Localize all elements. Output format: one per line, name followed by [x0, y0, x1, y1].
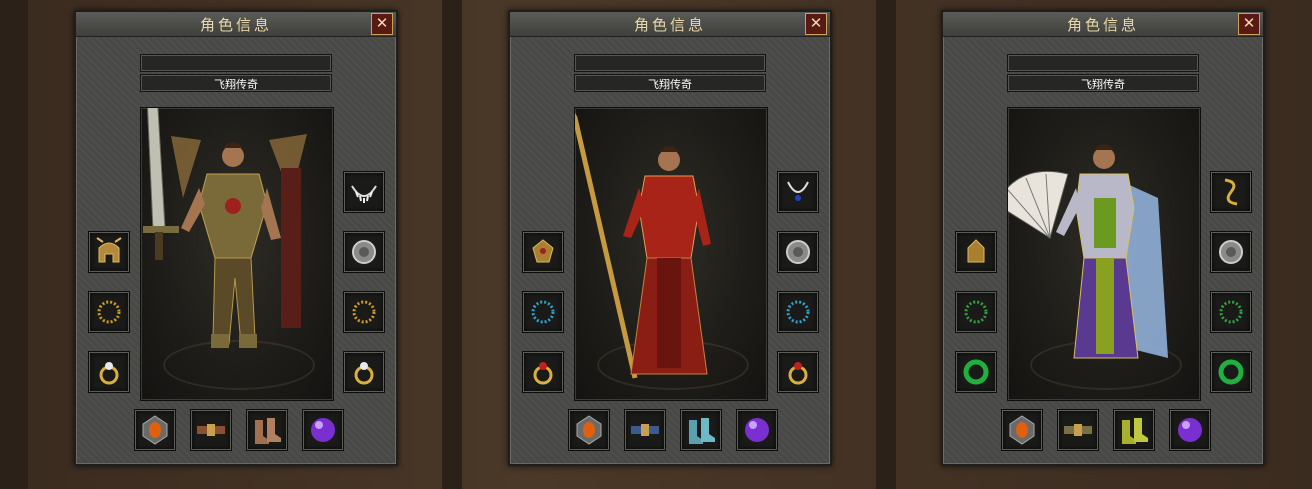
- orb-slot[interactable]: [736, 409, 778, 451]
- medal-icon: [352, 240, 376, 264]
- boots-icon: [689, 418, 715, 444]
- orb-slot[interactable]: [302, 409, 344, 451]
- fire-gem-icon: [1009, 415, 1035, 445]
- title-bar[interactable]: 角色信息 ✕: [943, 12, 1263, 37]
- character-stage: [1007, 107, 1201, 401]
- character-name: 飞翔传奇: [214, 78, 258, 91]
- character-name: 飞翔传奇: [1081, 78, 1125, 91]
- beaded-bracelet-icon: [964, 300, 988, 324]
- bracelet-left-slot[interactable]: [88, 291, 130, 333]
- jade-ring-icon: [1218, 359, 1244, 385]
- ring-left-slot[interactable]: [955, 351, 997, 393]
- bracelet-right-slot[interactable]: [1210, 291, 1252, 333]
- bracelet-left-slot[interactable]: [522, 291, 564, 333]
- beaded-bracelet-icon: [97, 300, 121, 324]
- gem-amulet-slot[interactable]: [568, 409, 610, 451]
- name-bar: 飞翔传奇: [574, 74, 766, 92]
- medal-icon: [786, 240, 810, 264]
- character-name: 飞翔传奇: [648, 78, 692, 91]
- beaded-bracelet-icon: [352, 300, 376, 324]
- character-stage: [574, 107, 768, 401]
- character-panel-taoist: 角色信息 ✕ 飞翔传奇: [941, 10, 1265, 466]
- bracelet-left-slot[interactable]: [955, 291, 997, 333]
- taoist-character-figure: [1008, 144, 1168, 359]
- close-button[interactable]: ✕: [371, 13, 393, 35]
- necklace-slot[interactable]: [777, 171, 819, 213]
- medal-icon: [1219, 240, 1243, 264]
- beaded-bracelet-icon: [786, 300, 810, 324]
- warrior-character-figure: [143, 108, 307, 348]
- title-bar[interactable]: 角色信息 ✕: [510, 12, 830, 37]
- ring-icon: [533, 362, 553, 385]
- pendant-necklace-icon: [787, 181, 809, 201]
- orb-slot[interactable]: [1169, 409, 1211, 451]
- belt-slot[interactable]: [190, 409, 232, 451]
- boots-slot[interactable]: [1113, 409, 1155, 451]
- panel-title: 角色信息: [199, 16, 272, 34]
- close-button[interactable]: ✕: [805, 13, 827, 35]
- helmet-icon: [96, 237, 122, 263]
- sword-icon: [143, 108, 179, 260]
- gem-amulet-slot[interactable]: [1001, 409, 1043, 451]
- ring-icon: [788, 362, 808, 385]
- guild-bar: [1007, 54, 1199, 72]
- boots-slot[interactable]: [246, 409, 288, 451]
- tooth-necklace-icon: [351, 185, 377, 203]
- boots-slot[interactable]: [680, 409, 722, 451]
- helmet-slot[interactable]: [955, 231, 997, 273]
- belt-slot[interactable]: [624, 409, 666, 451]
- fire-gem-icon: [576, 415, 602, 445]
- ring-left-slot[interactable]: [522, 351, 564, 393]
- medal-slot[interactable]: [1210, 231, 1252, 273]
- purple-orb-icon: [1178, 418, 1202, 442]
- purple-orb-icon: [311, 418, 335, 442]
- belt-slot[interactable]: [1057, 409, 1099, 451]
- boots-icon: [1122, 418, 1148, 444]
- boots-icon: [255, 418, 281, 444]
- character-panel-warrior: 角色信息 ✕ 飞翔传奇: [74, 10, 398, 466]
- medal-slot[interactable]: [343, 231, 385, 273]
- bracelet-right-slot[interactable]: [343, 291, 385, 333]
- ring-right-slot[interactable]: [343, 351, 385, 393]
- medal-slot[interactable]: [777, 231, 819, 273]
- belt-icon: [631, 424, 659, 436]
- beaded-bracelet-icon: [1219, 300, 1243, 324]
- mage-character-figure: [575, 112, 711, 379]
- staff-icon: [575, 112, 638, 379]
- belt-icon: [1064, 424, 1092, 436]
- fire-gem-icon: [142, 415, 168, 445]
- helmet-icon: [967, 239, 985, 263]
- jade-ring-icon: [963, 359, 989, 385]
- close-button[interactable]: ✕: [1238, 13, 1260, 35]
- character-stage: [140, 107, 334, 401]
- title-bar[interactable]: 角色信息 ✕: [76, 12, 396, 37]
- ring-left-slot[interactable]: [88, 351, 130, 393]
- helmet-slot[interactable]: [522, 231, 564, 273]
- ring-icon: [354, 362, 374, 385]
- ring-right-slot[interactable]: [777, 351, 819, 393]
- purple-orb-icon: [745, 418, 769, 442]
- ring-icon: [99, 362, 119, 385]
- character-panel-mage: 角色信息 ✕ 飞翔传奇: [508, 10, 832, 466]
- necklace-slot[interactable]: [1210, 171, 1252, 213]
- belt-icon: [197, 424, 225, 436]
- name-bar: 飞翔传奇: [1007, 74, 1199, 92]
- gold-necklace-icon: [1224, 178, 1238, 206]
- panel-title: 角色信息: [1066, 16, 1139, 34]
- panel-title: 角色信息: [633, 16, 706, 34]
- ring-right-slot[interactable]: [1210, 351, 1252, 393]
- necklace-slot[interactable]: [343, 171, 385, 213]
- bracelet-right-slot[interactable]: [777, 291, 819, 333]
- guild-bar: [574, 54, 766, 72]
- name-bar: 飞翔传奇: [140, 74, 332, 92]
- beaded-bracelet-icon: [531, 300, 555, 324]
- helmet-slot[interactable]: [88, 231, 130, 273]
- guild-bar: [140, 54, 332, 72]
- helmet-icon: [532, 239, 554, 263]
- gem-amulet-slot[interactable]: [134, 409, 176, 451]
